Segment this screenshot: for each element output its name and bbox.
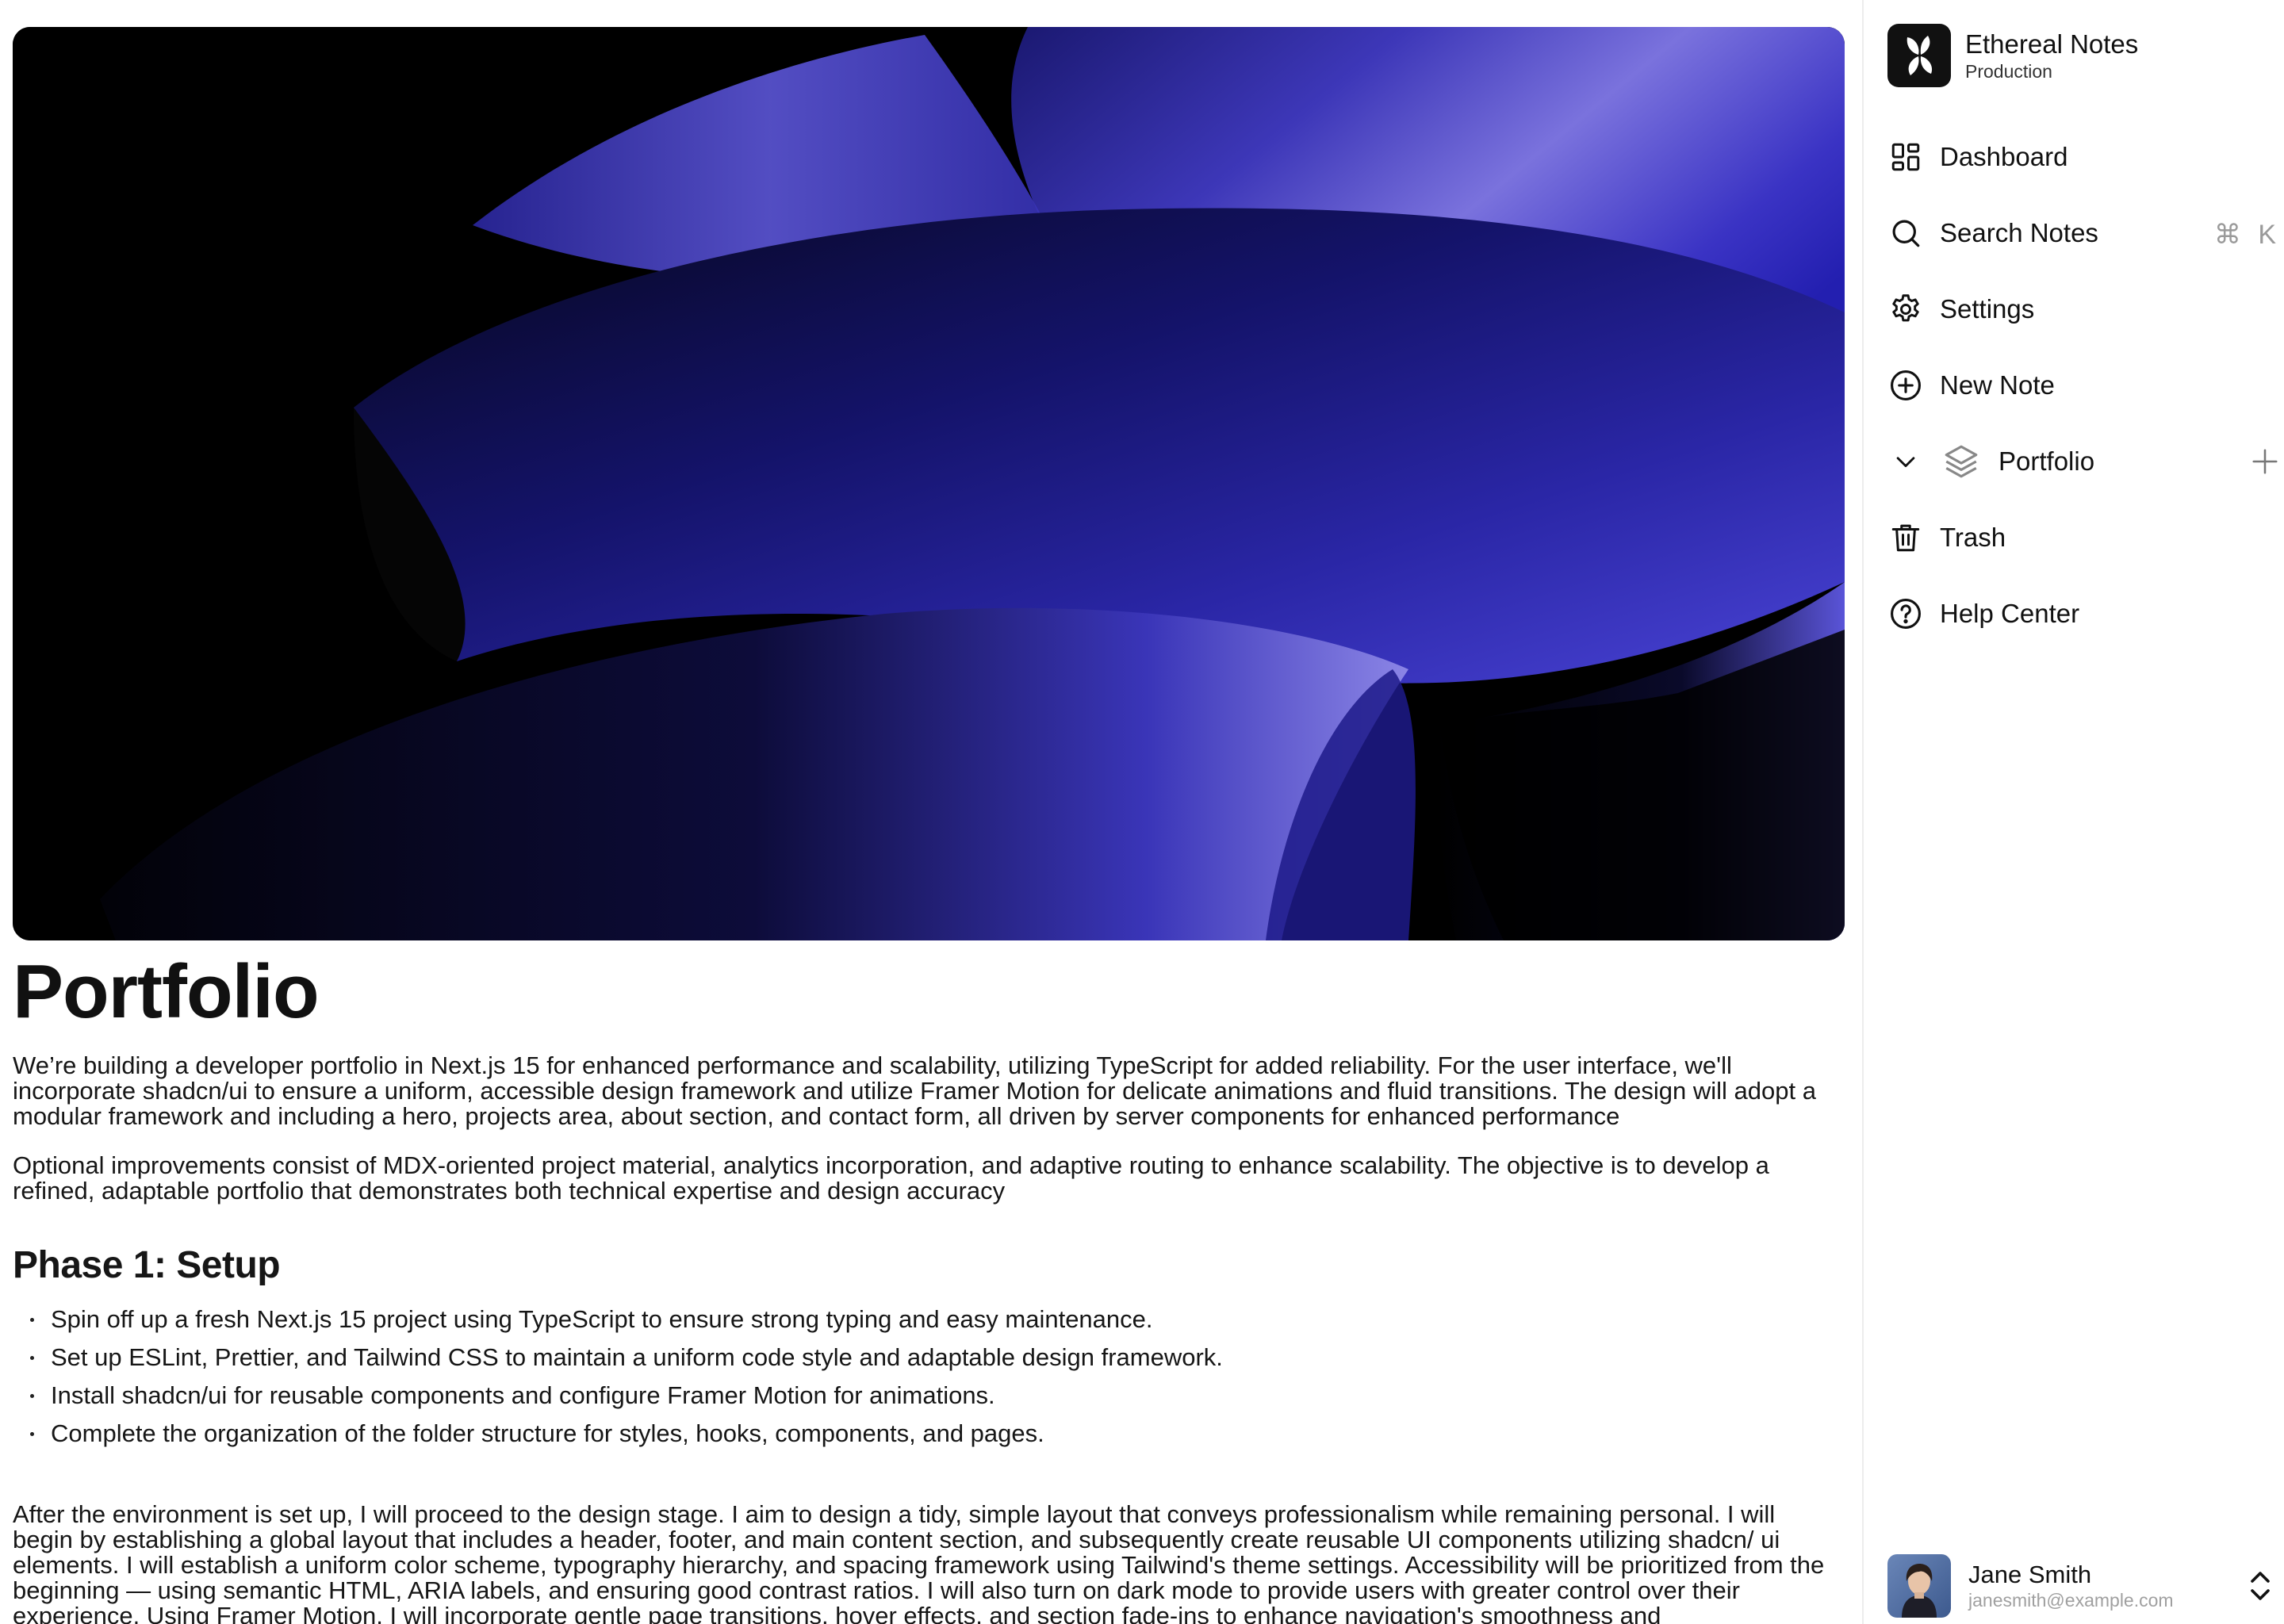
sidebar-item-label: Portfolio: [1998, 446, 2095, 476]
help-circle-icon: [1887, 596, 1924, 632]
page-title[interactable]: Portfolio: [13, 948, 320, 1036]
workspace-logo: [1887, 24, 1951, 87]
keyboard-shortcut: ⌘ K: [2213, 220, 2281, 250]
paragraph[interactable]: Optional improvements consist of MDX-ori…: [13, 1153, 1837, 1204]
sidebar: Ethereal Notes Production Dashboard Sear…: [1862, 0, 2284, 1624]
trash-icon: [1887, 519, 1924, 556]
sidebar-item-label: New Note: [1940, 370, 2055, 400]
note-content[interactable]: We’re building a developer portfolio in …: [13, 1053, 1837, 1624]
paragraph[interactable]: We’re building a developer portfolio in …: [13, 1053, 1837, 1129]
paragraph[interactable]: After the environment is set up, I will …: [13, 1502, 1837, 1624]
workspace-environment: Production: [1965, 61, 2052, 82]
sidebar-item-trash[interactable]: Trash: [1887, 500, 2276, 576]
sidebar-item-search[interactable]: Search Notes ⌘ K: [1887, 195, 2276, 271]
sidebar-nav: Dashboard Search Notes ⌘ K Settings New …: [1887, 119, 2278, 652]
sidebar-item-label: Help Center: [1940, 599, 2080, 628]
bullet-list: Spin off up a fresh Next.js 15 project u…: [13, 1300, 1837, 1453]
list-item[interactable]: Spin off up a fresh Next.js 15 project u…: [13, 1300, 1837, 1339]
user-email: janesmith@example.com: [1968, 1590, 2174, 1611]
sidebar-item-label: Settings: [1940, 294, 2035, 324]
layers-icon: [1940, 440, 1983, 483]
dashboard-icon: [1887, 139, 1924, 175]
sidebar-item-label: Dashboard: [1940, 142, 2068, 171]
workspace-name: Ethereal Notes: [1965, 29, 2139, 59]
list-item[interactable]: Complete the organization of the folder …: [13, 1415, 1837, 1453]
cover-image[interactable]: [13, 27, 1845, 940]
sidebar-item-label: Trash: [1940, 523, 2006, 552]
add-page-icon[interactable]: [2248, 444, 2282, 479]
app: Portfolio We’re building a developer por…: [0, 0, 2284, 1624]
note-editor: Portfolio We’re building a developer por…: [0, 0, 1856, 1624]
gear-icon: [1887, 291, 1924, 327]
list-item[interactable]: Install shadcn/ui for reusable component…: [13, 1377, 1837, 1415]
section-heading[interactable]: Phase 1: Setup: [13, 1243, 1837, 1288]
sidebar-item-portfolio[interactable]: Portfolio: [1887, 423, 2278, 500]
avatar: [1887, 1554, 1951, 1618]
sidebar-item-new-note[interactable]: New Note: [1887, 347, 2276, 423]
chevrons-up-down-icon[interactable]: [2244, 1568, 2276, 1603]
workspace-switcher[interactable]: Ethereal Notes Production: [1887, 24, 2138, 87]
search-icon: [1887, 215, 1924, 251]
list-item[interactable]: Set up ESLint, Prettier, and Tailwind CS…: [13, 1339, 1837, 1377]
user-menu[interactable]: Jane Smith janesmith@example.com: [1887, 1553, 2276, 1619]
sidebar-item-settings[interactable]: Settings: [1887, 271, 2276, 347]
sidebar-item-help-center[interactable]: Help Center: [1887, 576, 2276, 652]
chevron-down-icon[interactable]: [1887, 443, 1924, 480]
sidebar-item-dashboard[interactable]: Dashboard: [1887, 119, 2276, 195]
plus-circle-icon: [1887, 367, 1924, 404]
user-name: Jane Smith: [1968, 1561, 2092, 1588]
sidebar-item-label: Search Notes: [1940, 218, 2098, 247]
